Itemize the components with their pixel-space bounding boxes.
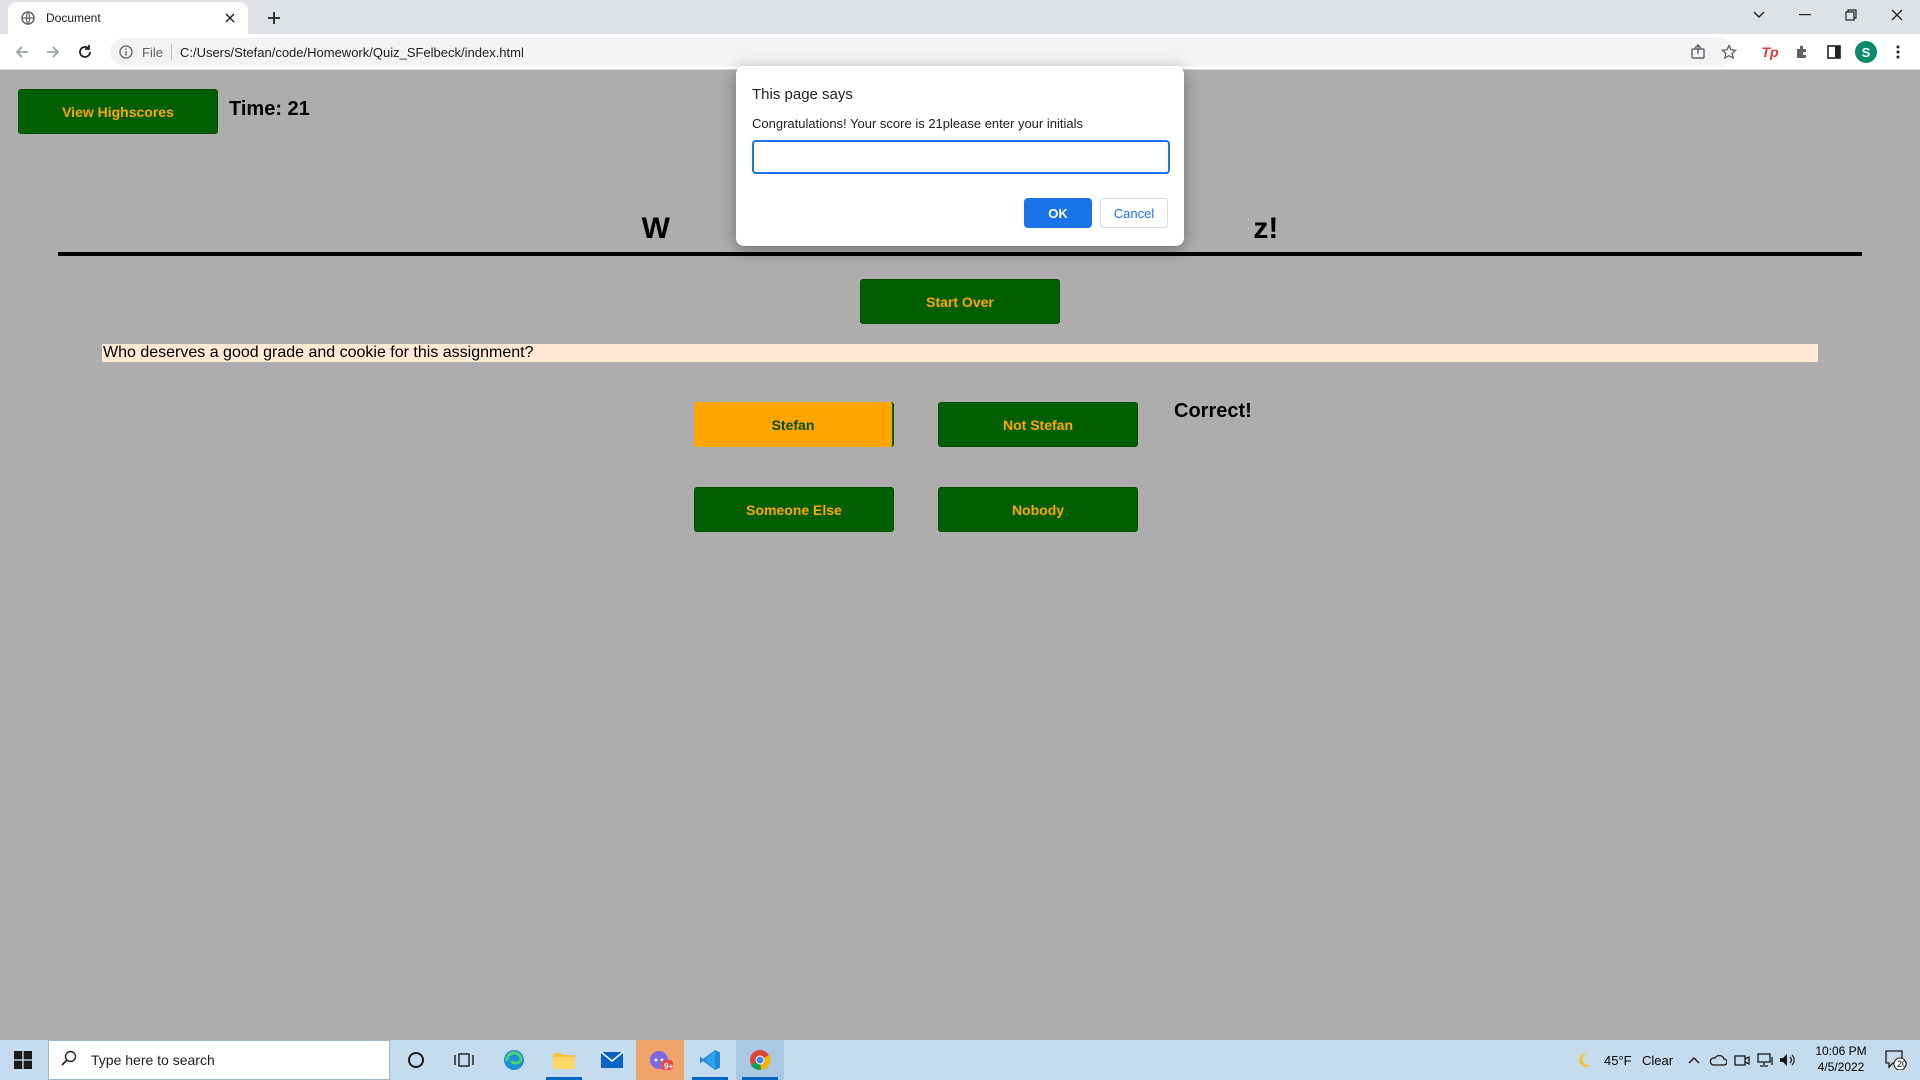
answer-button-someone-else[interactable]: Someone Else	[694, 487, 894, 532]
restore-icon[interactable]	[1828, 0, 1874, 30]
answer-feedback: Correct!	[1174, 400, 1252, 422]
new-tab-icon[interactable]	[262, 6, 286, 30]
clock-time: 10:06 PM	[1815, 1044, 1867, 1058]
taskbar: Type here to search 9+ 45°F Clear 10:06 …	[0, 1040, 1920, 1080]
mail-badge: 9+	[664, 1062, 674, 1071]
answer-button-not-stefan[interactable]: Not Stefan	[938, 402, 1138, 447]
view-highscores-button[interactable]: View Highscores	[18, 89, 218, 134]
cancel-button[interactable]: Cancel	[1100, 198, 1168, 228]
close-window-icon[interactable]	[1874, 0, 1920, 30]
network-icon[interactable]	[1756, 1040, 1776, 1080]
globe-icon	[20, 10, 36, 26]
extension-tp-icon[interactable]: Tp	[1758, 40, 1782, 64]
address-bar[interactable]: File C:/Users/Stefan/code/Homework/Quiz_…	[110, 38, 1734, 66]
timer-label: Time: 21	[229, 98, 310, 120]
answer-button-nobody[interactable]: Nobody	[938, 487, 1138, 532]
notifications-icon[interactable]: 20	[1878, 1040, 1914, 1080]
prompt-dialog: This page says Congratulations! Your sco…	[736, 66, 1184, 246]
weather-desc[interactable]: Clear	[1642, 1053, 1673, 1068]
dialog-title: This page says	[752, 86, 853, 103]
back-icon[interactable]	[10, 40, 34, 64]
chrome-icon[interactable]	[736, 1040, 784, 1080]
heading-divider	[58, 252, 1862, 256]
tab-strip: Document	[0, 0, 1920, 34]
meet-now-icon[interactable]	[1732, 1040, 1752, 1080]
file-explorer-icon[interactable]	[540, 1040, 588, 1080]
bookmark-star-icon[interactable]	[1717, 38, 1741, 66]
close-tab-icon[interactable]	[222, 10, 238, 26]
reload-icon[interactable]	[73, 40, 97, 64]
dialog-message: Congratulations! Your score is 21please …	[752, 116, 1083, 131]
answer-button-stefan[interactable]: Stefan	[694, 402, 894, 447]
forward-icon[interactable]	[41, 40, 65, 64]
minimize-icon[interactable]	[1782, 0, 1828, 30]
taskbar-search-input[interactable]: Type here to search	[48, 1040, 390, 1080]
share-icon[interactable]	[1686, 38, 1710, 66]
search-placeholder: Type here to search	[91, 1052, 215, 1068]
tab-search-icon[interactable]	[1736, 0, 1782, 30]
start-over-button[interactable]: Start Over	[860, 279, 1060, 324]
url-scheme: File	[142, 44, 163, 60]
discord-icon[interactable]: 9+	[636, 1040, 684, 1080]
ok-button[interactable]: OK	[1024, 198, 1092, 228]
vscode-icon[interactable]	[686, 1040, 734, 1080]
volume-icon[interactable]	[1778, 1040, 1798, 1080]
search-icon	[61, 1050, 77, 1071]
task-view-icon[interactable]	[440, 1040, 488, 1080]
browser-tab[interactable]: Document	[8, 2, 248, 34]
taskbar-clock[interactable]: 10:06 PM 4/5/2022	[1800, 1043, 1882, 1075]
initials-input[interactable]	[752, 140, 1170, 174]
tab-title: Document	[46, 11, 101, 25]
profile-avatar[interactable]: S	[1855, 41, 1877, 63]
question-text: Who deserves a good grade and cookie for…	[102, 344, 1818, 362]
browser-toolbar: File C:/Users/Stefan/code/Homework/Quiz_…	[0, 34, 1920, 70]
side-panel-icon[interactable]	[1822, 40, 1846, 64]
windows-start-icon[interactable]	[0, 1040, 46, 1080]
notification-count: 20	[1897, 1059, 1908, 1069]
info-icon[interactable]	[118, 44, 134, 60]
url-text[interactable]: C:/Users/Stefan/code/Homework/Quiz_SFelb…	[180, 45, 524, 60]
url-separator	[170, 44, 172, 60]
weather-moon-icon[interactable]	[1572, 1040, 1596, 1080]
clock-date: 4/5/2022	[1817, 1060, 1865, 1074]
edge-browser-icon[interactable]	[490, 1040, 538, 1080]
cortana-icon[interactable]	[392, 1040, 440, 1080]
onedrive-cloud-icon[interactable]	[1708, 1040, 1728, 1080]
menu-kebab-icon[interactable]	[1886, 40, 1910, 64]
extensions-puzzle-icon[interactable]	[1790, 40, 1814, 64]
chevron-up-icon[interactable]	[1686, 1040, 1702, 1080]
weather-temp[interactable]: 45°F	[1604, 1053, 1632, 1068]
mail-icon[interactable]	[588, 1040, 636, 1080]
